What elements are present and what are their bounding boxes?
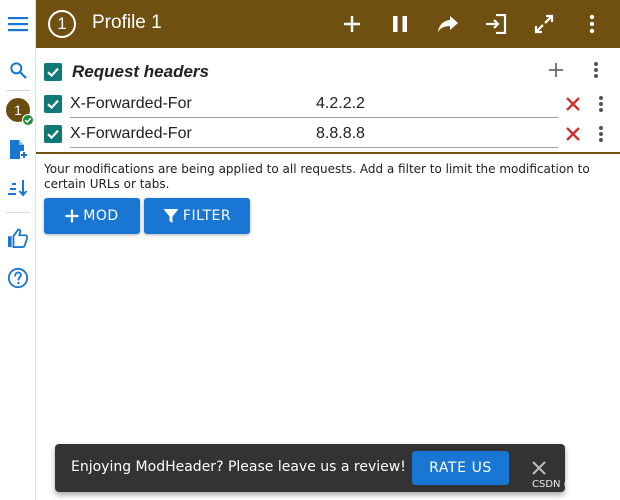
close-icon [566, 127, 580, 141]
header-row-checkbox[interactable] [44, 95, 62, 113]
watermark: CSDN @x10n9 [532, 479, 606, 490]
add-icon [344, 16, 360, 32]
delete-header-button[interactable] [561, 122, 585, 146]
menu-icon [8, 17, 28, 32]
modheader-app: 1 1 Profile 1 Request headers X-Forwarde… [0, 0, 620, 500]
add-file-icon [10, 140, 28, 159]
add-profile-button[interactable] [0, 134, 36, 166]
header-row [44, 90, 614, 118]
import-icon [486, 14, 507, 34]
header-name-input[interactable] [70, 92, 290, 116]
share-button[interactable] [432, 8, 464, 40]
sidebar-divider [6, 90, 30, 91]
header-value-input[interactable] [316, 122, 556, 146]
help-icon [7, 267, 29, 289]
filter-info-text: Your modifications are being applied to … [44, 162, 590, 191]
header-row [44, 120, 614, 148]
search-button[interactable] [0, 54, 36, 86]
profile-title[interactable]: Profile 1 [92, 12, 162, 34]
rate-button[interactable] [0, 222, 36, 254]
profile-number: 1 [57, 14, 67, 33]
close-icon [566, 97, 580, 111]
top-app-bar: 1 Profile 1 [36, 0, 620, 48]
add-icon [65, 209, 79, 223]
header-row-checkbox[interactable] [44, 125, 62, 143]
fullscreen-icon [534, 14, 554, 34]
more-vert-icon [599, 96, 603, 112]
import-button[interactable] [480, 8, 512, 40]
sidebar-item-profile[interactable]: 1 [0, 94, 36, 126]
header-name-input[interactable] [70, 122, 290, 146]
input-underline [70, 147, 558, 148]
close-icon [532, 461, 546, 475]
add-button[interactable] [336, 8, 368, 40]
sidebar-divider [6, 212, 30, 213]
add-icon [549, 63, 563, 77]
search-icon [10, 62, 27, 79]
profile-badge-number: 1 [14, 102, 22, 118]
more-vert-icon [589, 14, 595, 34]
add-filter-label: FILTER [182, 208, 232, 224]
more-vert-icon [594, 62, 598, 78]
more-vert-icon [599, 126, 603, 142]
profile-badge: 1 [6, 98, 34, 126]
check-icon [47, 99, 59, 110]
thumbs-up-icon [8, 228, 29, 248]
snackbar-message: Enjoying ModHeader? Please leave us a re… [71, 459, 406, 475]
check-icon [47, 129, 59, 140]
delete-header-button[interactable] [561, 92, 585, 116]
request-headers-section: Request headers [36, 48, 620, 154]
add-header-button[interactable] [544, 58, 568, 82]
active-check-icon [22, 114, 34, 126]
sort-button[interactable] [0, 172, 36, 204]
snackbar-close-button[interactable] [527, 456, 551, 480]
header-row-more-button[interactable] [589, 92, 613, 116]
add-filter-button[interactable]: FILTER [144, 198, 250, 234]
request-headers-header: Request headers [44, 60, 209, 84]
header-row-more-button[interactable] [589, 122, 613, 146]
filter-icon [163, 208, 179, 224]
review-snackbar: Enjoying ModHeader? Please leave us a re… [55, 444, 565, 492]
request-headers-label: Request headers [72, 62, 209, 81]
check-icon [47, 67, 59, 78]
request-headers-checkbox[interactable] [44, 63, 62, 81]
add-mod-button[interactable]: MOD [44, 198, 140, 234]
rate-us-button[interactable]: RATE US [412, 451, 509, 485]
header-value-input[interactable] [316, 92, 556, 116]
profile-number-icon[interactable]: 1 [48, 10, 76, 38]
sidebar: 1 [0, 0, 36, 500]
add-mod-label: MOD [83, 208, 119, 224]
input-underline [70, 117, 558, 118]
share-icon [438, 16, 458, 32]
pause-button[interactable] [384, 8, 416, 40]
fullscreen-button[interactable] [528, 8, 560, 40]
section-more-button[interactable] [584, 58, 608, 82]
pause-icon [393, 16, 407, 32]
more-menu-button[interactable] [576, 8, 608, 40]
menu-button[interactable] [0, 0, 36, 48]
sort-icon [8, 180, 28, 197]
help-button[interactable] [0, 262, 36, 294]
